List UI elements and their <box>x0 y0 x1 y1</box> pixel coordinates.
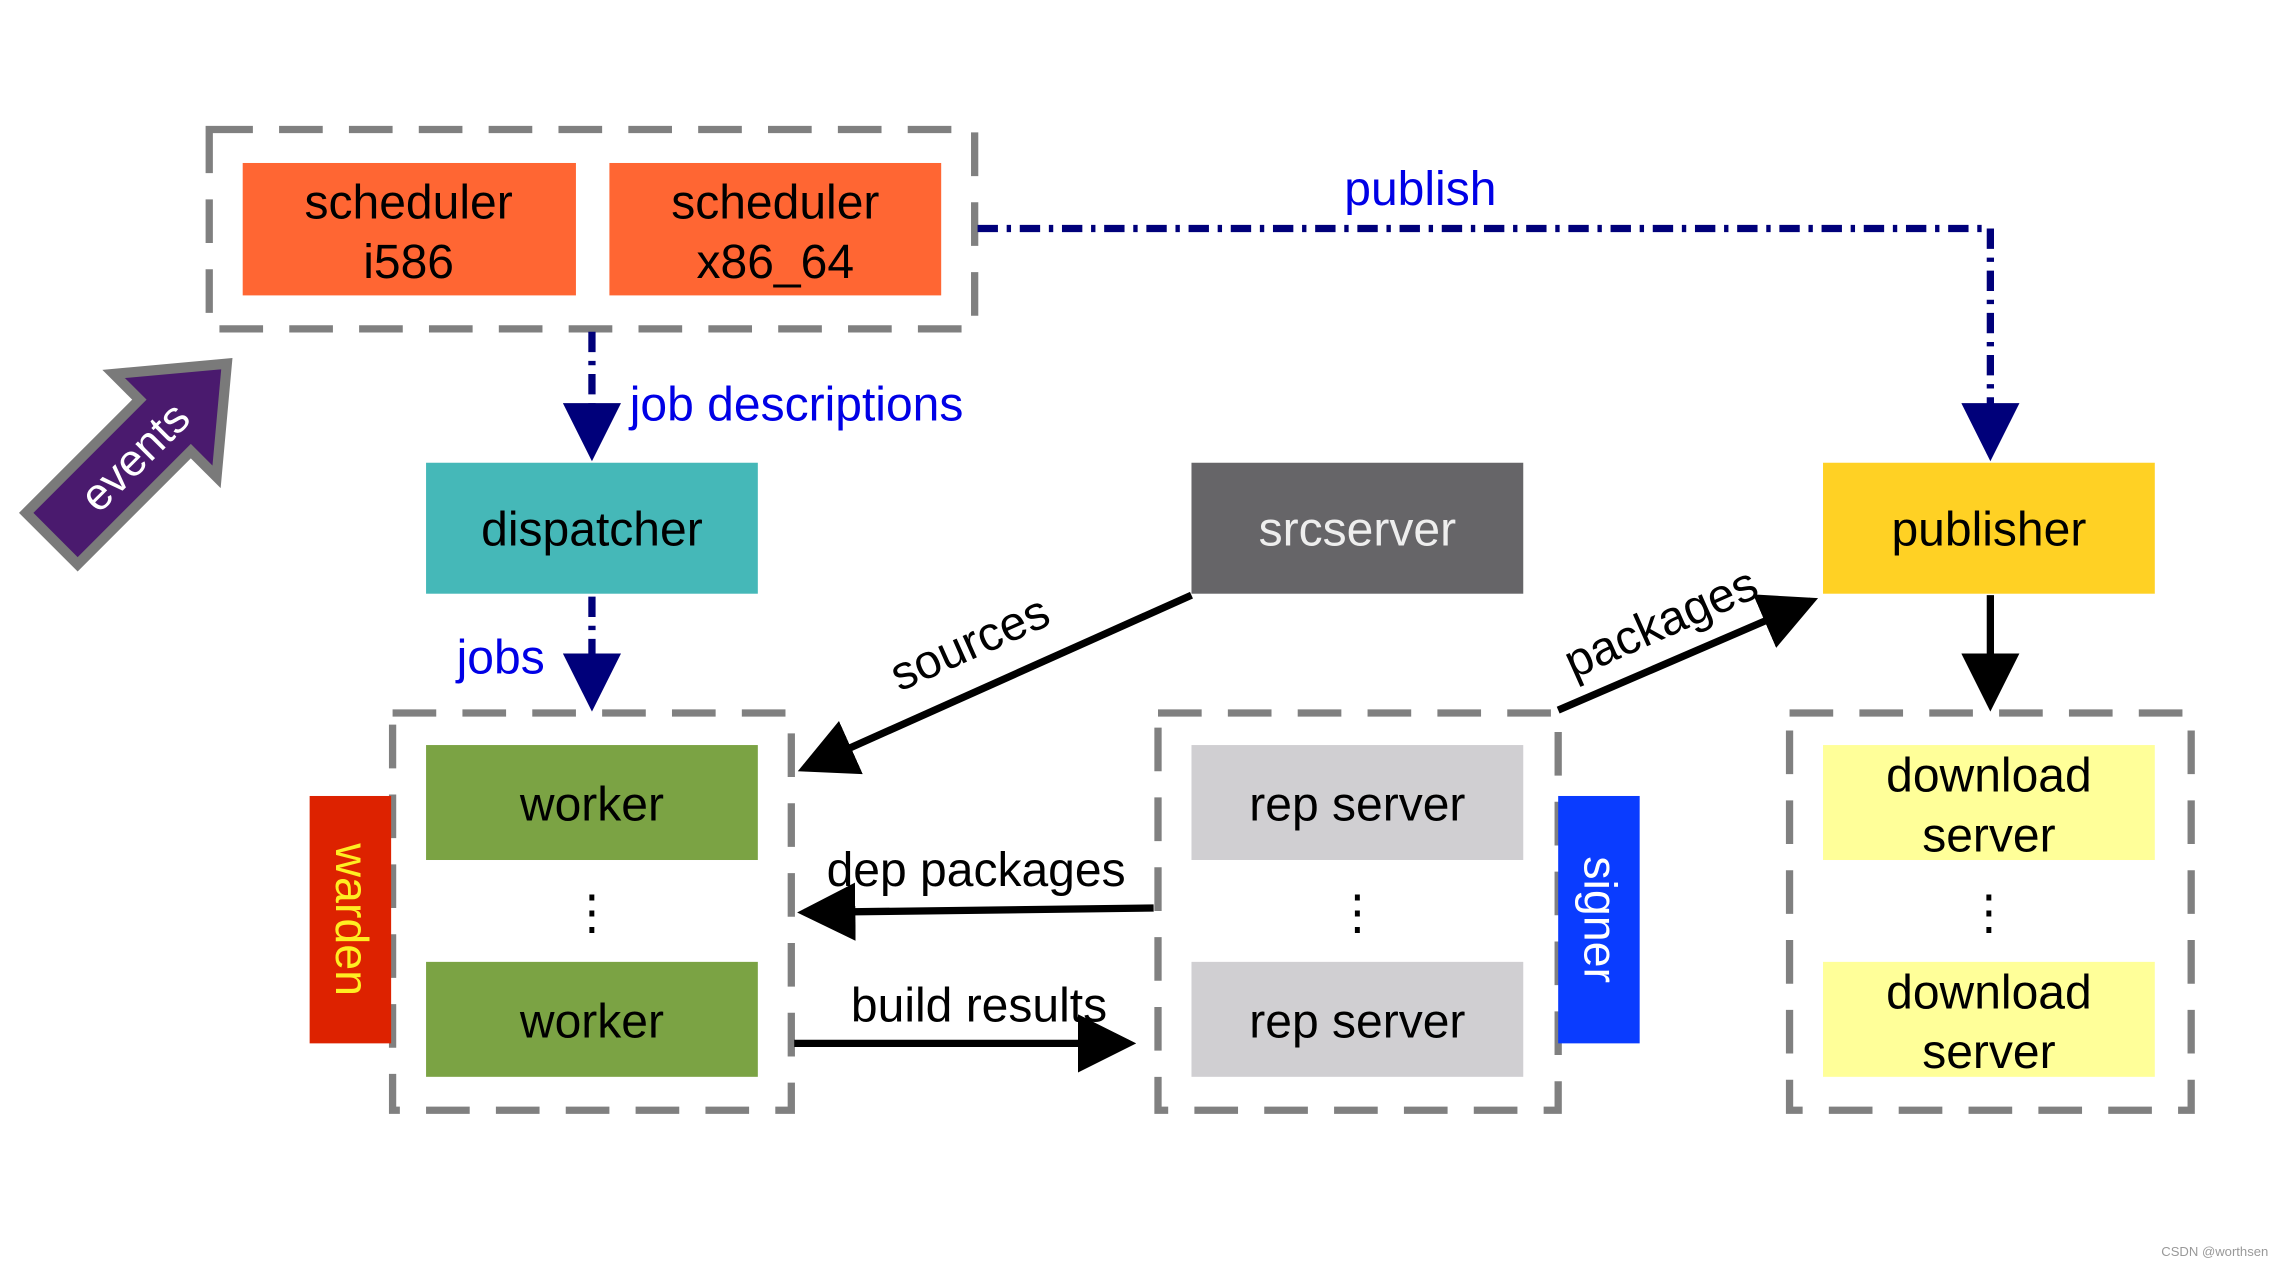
publish-label: publish <box>1344 163 1496 216</box>
scheduler-x86_64-line1: scheduler <box>671 176 879 229</box>
signer-label: signer <box>1574 856 1626 983</box>
worker-label-1: worker <box>519 779 664 832</box>
build-results-label: build results <box>851 980 1107 1033</box>
download-server-1-line1: download <box>1886 750 2092 803</box>
dispatcher-label: dispatcher <box>481 504 703 557</box>
download-server-ellipsis: ⋮ <box>1965 886 2013 939</box>
download-server-2-line2: server <box>1922 1026 2055 1079</box>
download-server-1-line2: server <box>1922 809 2055 862</box>
sources-label: sources <box>882 585 1057 702</box>
dep-packages-label: dep packages <box>827 844 1126 897</box>
worker-label-2: worker <box>519 996 664 1049</box>
rep-server-label-1: rep server <box>1249 779 1465 832</box>
dep-packages-edge <box>797 882 1154 941</box>
rep-server-ellipsis: ⋮ <box>1333 886 1381 939</box>
rep-server-label-2: rep server <box>1249 996 1465 1049</box>
job-descriptions-label: job descriptions <box>628 379 964 432</box>
publish-edge <box>977 224 2020 462</box>
architecture-diagram: events scheduler i586 scheduler x86_64 p… <box>18 125 2268 1259</box>
worker-ellipsis: ⋮ <box>568 886 616 939</box>
download-server-2-line1: download <box>1886 966 2092 1019</box>
scheduler-i586-line2: i586 <box>363 236 454 289</box>
scheduler-i586-line1: scheduler <box>304 176 512 229</box>
srcserver-label: srcserver <box>1259 504 1456 557</box>
watermark: CSDN @worthsen <box>2161 1244 2268 1259</box>
events-arrow: events <box>18 358 233 572</box>
publisher-label: publisher <box>1891 504 2086 557</box>
warden-label: warden <box>326 842 378 996</box>
scheduler-x86_64-line2: x86_64 <box>697 236 855 289</box>
jobs-label: jobs <box>455 632 545 685</box>
